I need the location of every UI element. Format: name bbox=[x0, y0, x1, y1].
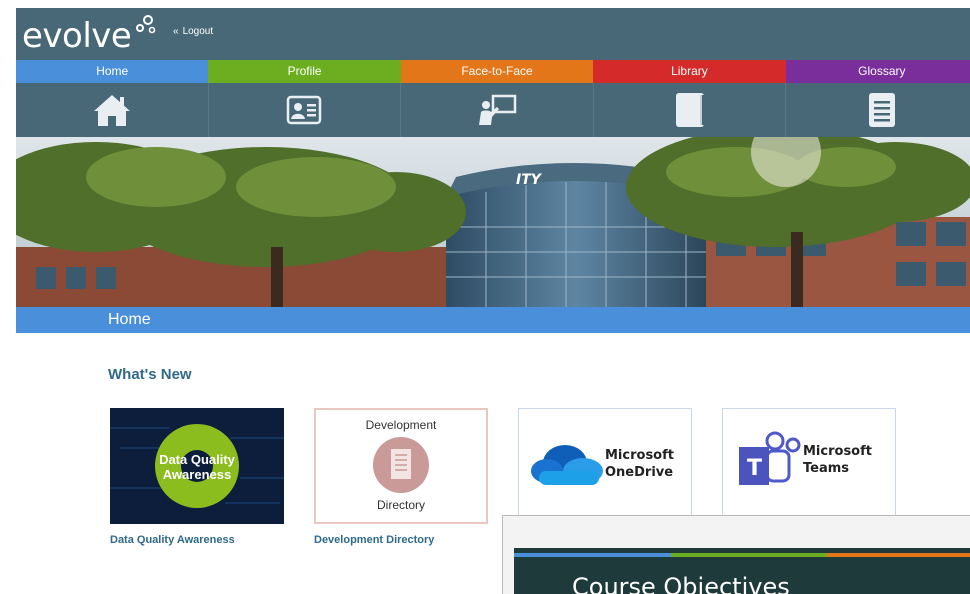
card-caption-development-directory[interactable]: Development Directory bbox=[314, 534, 434, 546]
teams-text-line2: Teams bbox=[803, 461, 850, 476]
nav-icon-glossary[interactable] bbox=[786, 83, 970, 137]
card-development-directory[interactable]: Development Directory bbox=[314, 408, 488, 524]
tab-library[interactable]: Library bbox=[593, 60, 786, 83]
building-sign: ITY bbox=[516, 172, 543, 188]
presenter-icon bbox=[478, 94, 517, 125]
top-header: evolve «Logout bbox=[16, 8, 970, 60]
popup-title: Course Objectives bbox=[572, 573, 790, 594]
home-icon bbox=[93, 95, 130, 126]
onedrive-cloud-icon bbox=[531, 445, 603, 485]
data-quality-image-line2: Awareness bbox=[162, 467, 232, 482]
course-objectives-popup[interactable]: Course Objectives bbox=[502, 515, 970, 594]
profile-card-icon bbox=[287, 95, 322, 125]
nav-icon-library[interactable] bbox=[594, 83, 787, 137]
popup-color-stripes bbox=[514, 553, 970, 557]
data-quality-image-line1: Data Quality bbox=[159, 452, 235, 467]
document-icon bbox=[869, 93, 896, 127]
campus-photo: ITY bbox=[16, 137, 970, 307]
evolve-logo[interactable]: evolve bbox=[22, 16, 132, 56]
nav-icon-face-to-face[interactable] bbox=[401, 83, 594, 137]
tab-profile[interactable]: Profile bbox=[208, 60, 401, 83]
dev-dir-image-top: Development bbox=[365, 418, 437, 432]
gears-logo-icon bbox=[136, 15, 156, 34]
logout-label: Logout bbox=[182, 26, 214, 37]
dev-dir-image-bottom: Directory bbox=[376, 498, 425, 512]
card-microsoft-teams[interactable]: T Microsoft Teams bbox=[722, 408, 896, 524]
nav-icon-row bbox=[16, 83, 970, 137]
card-microsoft-onedrive[interactable]: Microsoft OneDrive bbox=[518, 408, 692, 524]
teams-text-line1: Microsoft bbox=[803, 444, 872, 459]
tab-glossary[interactable]: Glossary bbox=[785, 60, 970, 83]
directory-book-icon bbox=[373, 437, 429, 493]
nav-icon-home[interactable] bbox=[16, 83, 209, 137]
page-breadcrumb: Home bbox=[16, 307, 970, 333]
tab-face-to-face[interactable]: Face-to-Face bbox=[400, 60, 594, 83]
onedrive-text-line1: Microsoft bbox=[605, 448, 674, 463]
double-chevron-left-icon: « bbox=[173, 26, 179, 37]
card-data-quality-awareness[interactable]: Data Quality Awareness bbox=[110, 408, 284, 524]
svg-text:T: T bbox=[747, 456, 762, 481]
tab-home[interactable]: Home bbox=[16, 60, 209, 83]
onedrive-text-line2: OneDrive bbox=[605, 465, 674, 480]
teams-logo-icon: T bbox=[739, 431, 801, 485]
app-root: evolve «Logout Home Profile Face-to-Face… bbox=[0, 0, 970, 594]
main-nav: Home Profile Face-to-Face Library Glossa… bbox=[16, 60, 970, 83]
whats-new-heading: What's New bbox=[108, 366, 192, 383]
hero-campus-image: ITY bbox=[16, 137, 970, 307]
nav-icon-profile[interactable] bbox=[209, 83, 402, 137]
card-caption-data-quality[interactable]: Data Quality Awareness bbox=[110, 534, 235, 546]
logout-link[interactable]: «Logout bbox=[173, 26, 213, 37]
book-icon bbox=[675, 93, 704, 127]
